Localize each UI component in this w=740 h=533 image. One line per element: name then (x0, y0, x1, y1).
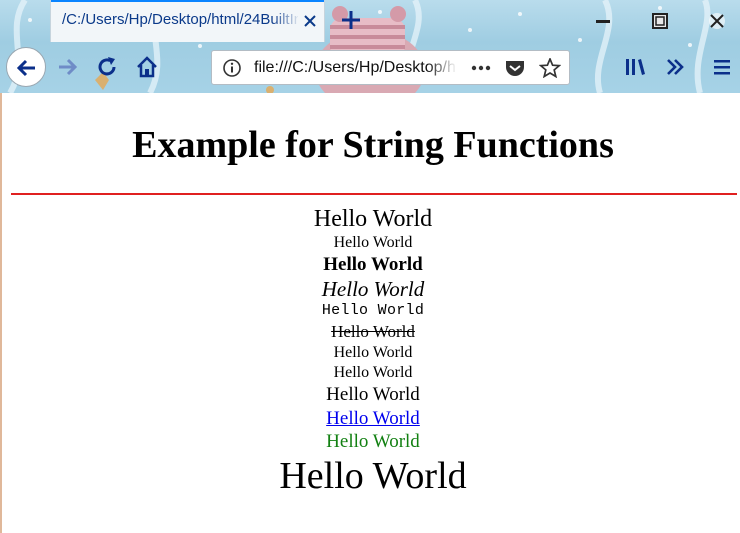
tab-close-icon[interactable] (301, 12, 319, 30)
active-tab[interactable]: /C:/Users/Hp/Desktop/html/24BuiltInFunct… (50, 0, 325, 42)
url-text[interactable]: file:///C:/Users/Hp/Desktop/html/24Built… (254, 59, 456, 79)
sample-strike: Hello World (331, 322, 415, 341)
info-icon[interactable] (222, 58, 242, 78)
sample-sub: Hello World (333, 344, 413, 361)
new-tab-plus-icon[interactable] (340, 9, 362, 31)
sample-fontcolor: Hello World (326, 431, 420, 452)
back-button[interactable] (6, 47, 46, 87)
overflow-chevron-icon[interactable] (663, 55, 687, 79)
tab-accent-line (51, 0, 324, 2)
address-bar[interactable]: file:///C:/Users/Hp/Desktop/html/24Built… (211, 50, 570, 85)
sample-small: Hello World (333, 234, 413, 251)
library-icon[interactable] (623, 55, 647, 79)
sample-big: Hello World (313, 206, 433, 232)
tab-title: /C:/Users/Hp/Desktop/html/24BuiltInFunct… (62, 11, 298, 28)
sample-plain: Hello World (326, 384, 420, 405)
sample-fontsize: Hello World (279, 455, 467, 497)
maximize-icon[interactable] (650, 11, 670, 31)
hamburger-menu-icon[interactable] (710, 55, 734, 79)
string-samples: Hello World Hello World Hello World Hell… (0, 205, 740, 499)
horizontal-rule (11, 193, 737, 195)
sample-bold: Hello World (323, 254, 423, 275)
browser-toolbar: /C:/Users/Hp/Desktop/html/24BuiltInFunct… (0, 0, 740, 93)
close-icon[interactable] (707, 11, 727, 31)
reload-icon[interactable] (95, 55, 119, 79)
pocket-icon[interactable] (504, 58, 526, 78)
back-arrow-icon (16, 59, 35, 77)
minimize-icon[interactable] (593, 11, 613, 31)
sample-sup: Hello World (333, 364, 413, 381)
bookmark-star-icon[interactable] (539, 58, 561, 78)
forward-arrow-icon[interactable] (55, 55, 79, 79)
page-title: Example for String Functions (132, 124, 614, 166)
sample-fixed: Hello World (321, 302, 425, 319)
home-icon[interactable] (135, 55, 159, 79)
sample-italics: Hello World (321, 277, 425, 301)
sample-link[interactable]: Hello World (0, 407, 740, 430)
page-content: Example for String Functions Hello World… (0, 93, 740, 533)
more-dots-icon[interactable] (470, 58, 492, 78)
